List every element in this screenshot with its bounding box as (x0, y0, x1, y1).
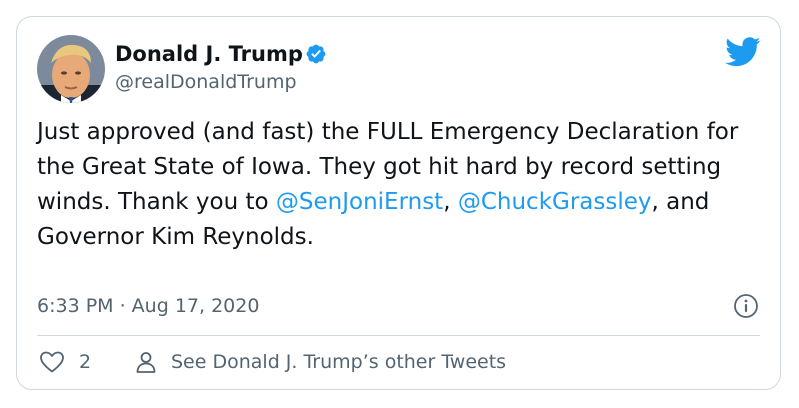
author-handle[interactable]: @realDonaldTrump (115, 69, 297, 95)
avatar[interactable] (37, 35, 105, 103)
twitter-bird-icon[interactable] (725, 37, 761, 67)
tweet-text-part: , (443, 189, 458, 215)
heart-icon[interactable] (39, 350, 65, 374)
info-icon[interactable] (733, 293, 759, 319)
tweet-text: Just approved (and fast) the FULL Emerge… (37, 115, 757, 255)
author-display-name[interactable]: Donald J. Trump (115, 40, 303, 68)
verified-badge-icon (306, 44, 326, 64)
person-icon[interactable] (134, 350, 158, 374)
see-other-tweets-link[interactable]: See Donald J. Trump’s other Tweets (171, 350, 506, 374)
mention-link[interactable]: @SenJoniErnst (276, 189, 443, 215)
tweet-timestamp[interactable]: 6:33 PM · Aug 17, 2020 (37, 293, 259, 319)
mention-link[interactable]: @ChuckGrassley (458, 189, 652, 215)
like-count[interactable]: 2 (79, 350, 91, 374)
tweet-card[interactable]: Donald J. Trump @realDonaldTrump Just ap… (16, 16, 781, 390)
divider (37, 335, 760, 336)
tweet-actions: 2 See Donald J. Trump’s other Tweets (37, 347, 757, 377)
